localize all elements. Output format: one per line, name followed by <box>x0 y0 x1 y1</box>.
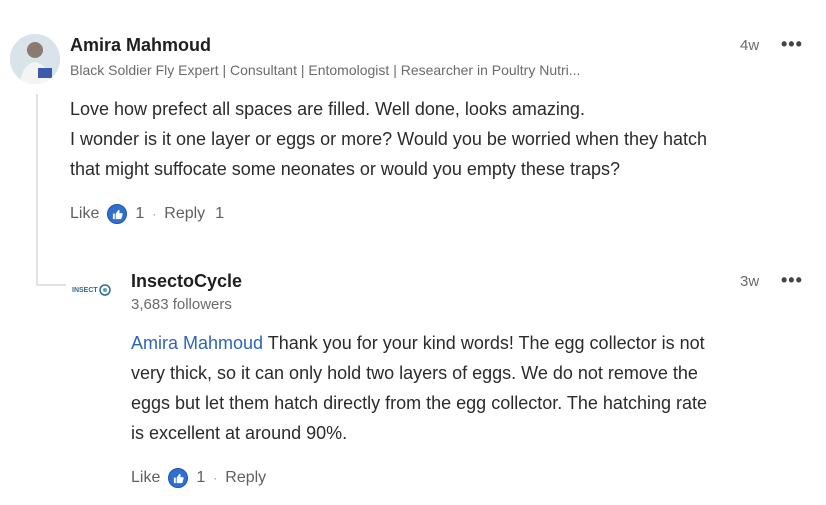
reply-actions: Like 1 · Reply <box>131 468 266 488</box>
thread-connector <box>36 284 66 286</box>
reply-line: very thick, so it can only hold two laye… <box>131 363 698 383</box>
reply-author[interactable]: InsectoCycle <box>131 271 242 292</box>
comment-line: Love how prefect all spaces are filled. … <box>70 99 585 119</box>
logo-text: INSECT <box>72 286 98 294</box>
reply-more-options-icon[interactable]: ••• <box>781 270 803 291</box>
reply-line: is excellent at around 90%. <box>131 423 348 443</box>
reply-count[interactable]: 1 <box>215 205 224 223</box>
comment-actions: Like 1 · Reply 1 <box>70 204 224 224</box>
logo-mark-icon <box>98 284 111 296</box>
like-button[interactable]: Like <box>131 469 160 487</box>
avatar[interactable] <box>10 34 60 84</box>
comment-timestamp: 4w <box>740 37 760 54</box>
reaction-count[interactable]: 1 <box>135 205 144 223</box>
comment-line: I wonder is it one layer or eggs or more… <box>70 129 708 149</box>
thumbs-up-icon[interactable] <box>168 468 189 488</box>
reply-followers: 3,683 followers <box>131 296 232 313</box>
separator: · <box>152 207 157 221</box>
reply-line: eggs but let them hatch directly from th… <box>131 393 707 413</box>
more-options-icon[interactable]: ••• <box>781 34 803 55</box>
comment-author[interactable]: Amira Mahmoud <box>70 35 211 56</box>
reply-button[interactable]: Reply <box>164 205 205 223</box>
separator: · <box>213 471 218 485</box>
comment-body: Love how prefect all spaces are filled. … <box>70 94 820 184</box>
mention-link[interactable]: Amira Mahmoud <box>131 333 263 353</box>
reply-line: Amira Mahmoud Thank you for your kind wo… <box>131 333 705 353</box>
thread-line <box>36 94 38 286</box>
reply-button[interactable]: Reply <box>225 469 266 487</box>
reply-timestamp: 3w <box>740 273 760 290</box>
comment-line: that might suffocate some neonates or wo… <box>70 159 620 179</box>
like-button[interactable]: Like <box>70 205 99 223</box>
company-logo[interactable]: INSECT <box>72 282 116 298</box>
reaction-count[interactable]: 1 <box>196 469 205 487</box>
thumbs-up-icon[interactable] <box>107 204 128 224</box>
reply-body: Amira Mahmoud Thank you for your kind wo… <box>131 328 821 448</box>
comment-headline: Black Soldier Fly Expert | Consultant | … <box>70 62 581 78</box>
